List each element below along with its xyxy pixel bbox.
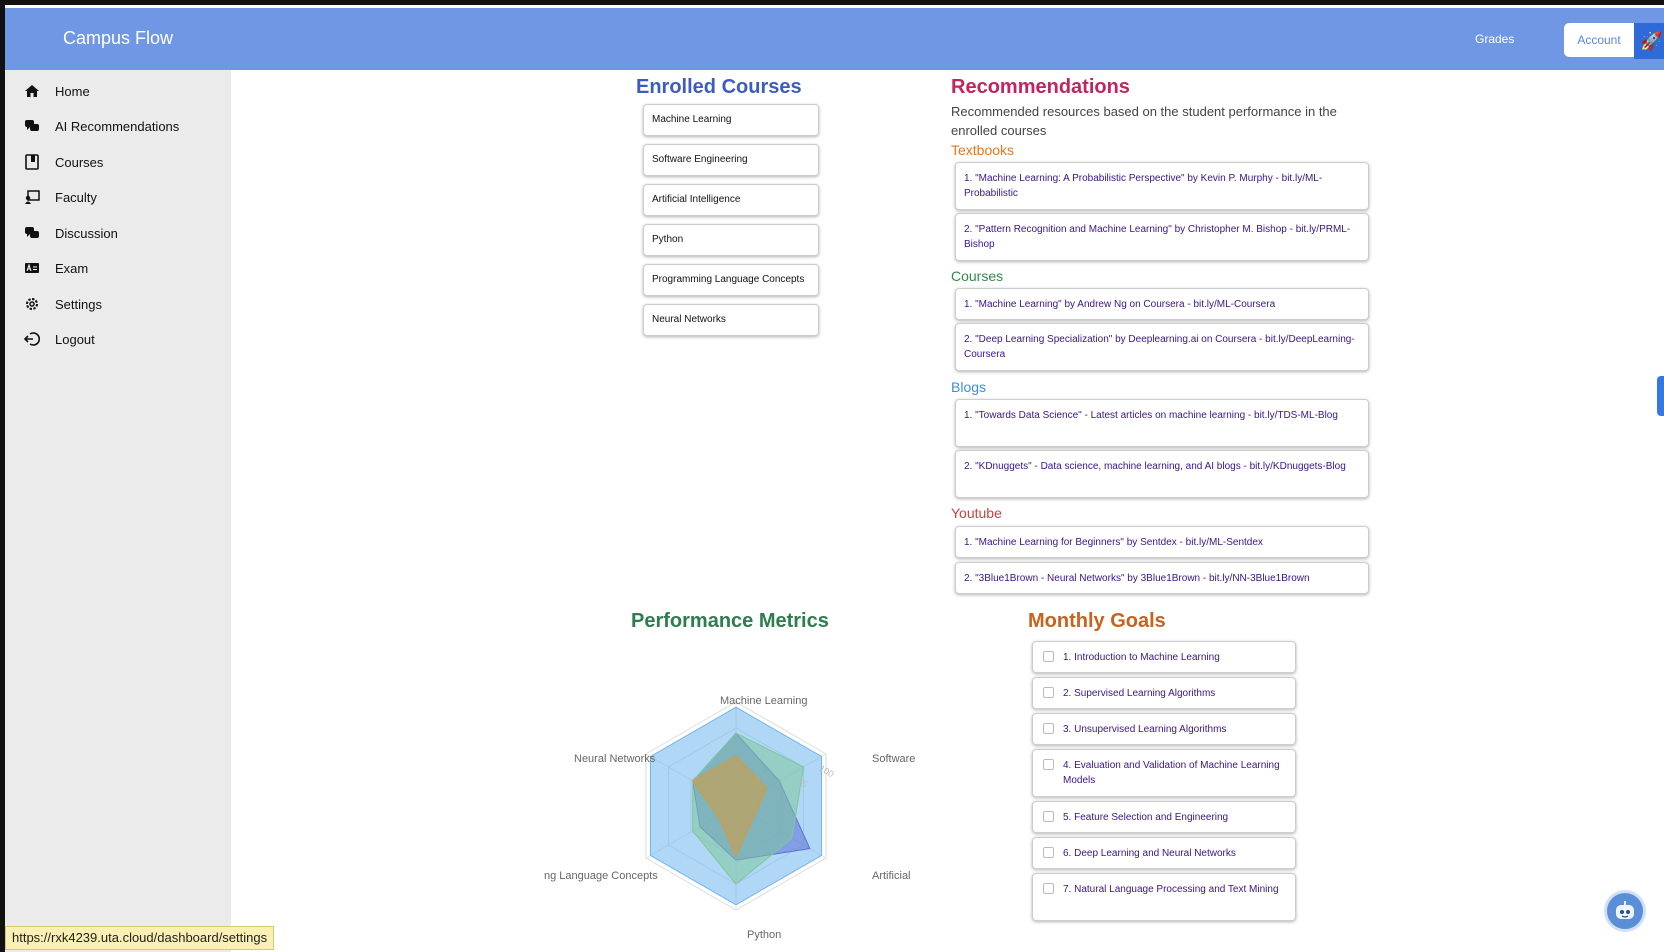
course-card[interactable]: Artificial Intelligence — [643, 184, 819, 216]
goal-checkbox[interactable] — [1043, 847, 1054, 858]
enrolled-courses-title: Enrolled Courses — [636, 76, 802, 98]
sidebar-item-label: Exam — [55, 260, 89, 276]
recommendation-item[interactable]: 1. "Machine Learning: A Probabilistic Pe… — [955, 162, 1369, 210]
goal-item[interactable]: 5. Feature Selection and Engineering — [1032, 801, 1296, 833]
recommendations-description: Recommended resources based on the stude… — [951, 104, 1337, 138]
goal-checkbox[interactable] — [1043, 883, 1054, 894]
goal-checkbox[interactable] — [1043, 723, 1054, 734]
goal-checkbox[interactable] — [1043, 811, 1054, 822]
section-courses-title: Courses — [951, 268, 1004, 284]
goal-item[interactable]: 7. Natural Language Processing and Text … — [1032, 873, 1296, 921]
sidebar: Home AI Recommendations Courses Faculty … — [5, 70, 231, 952]
section-blogs-title: Blogs — [951, 379, 987, 395]
course-card[interactable]: Neural Networks — [643, 304, 819, 336]
sidebar-item-faculty[interactable]: Faculty — [21, 184, 97, 210]
goal-item[interactable]: 4. Evaluation and Validation of Machine … — [1032, 749, 1296, 797]
top-navbar: Campus Flow Grades Account 🚀 — [5, 8, 1664, 70]
sidebar-item-settings[interactable]: Settings — [21, 291, 102, 317]
goal-label: 5. Feature Selection and Engineering — [1063, 812, 1229, 823]
chat-icon — [21, 115, 43, 137]
window-top-border — [0, 0, 1664, 5]
goal-checkbox[interactable] — [1043, 759, 1054, 770]
recommendation-item[interactable]: 2. "3Blue1Brown - Neural Networks" by 3B… — [955, 562, 1369, 594]
goal-label: 1. Introduction to Machine Learning — [1063, 652, 1220, 663]
sidebar-item-label: Faculty — [55, 189, 97, 205]
goal-item[interactable]: 6. Deep Learning and Neural Networks — [1032, 837, 1296, 869]
sidebar-item-exam[interactable]: Exam — [21, 255, 88, 281]
teacher-icon — [21, 186, 43, 208]
course-card[interactable]: Machine Learning — [643, 104, 819, 136]
main-content: Enrolled Courses Machine Learning Softwa… — [231, 70, 1664, 952]
goal-label: 3. Unsupervised Learning Algorithms — [1063, 724, 1227, 735]
recommendation-item[interactable]: 1. "Machine Learning" by Andrew Ng on Co… — [955, 288, 1369, 320]
goal-label: 4. Evaluation and Validation of Machine … — [1063, 760, 1280, 786]
sidebar-item-logout[interactable]: Logout — [21, 326, 95, 352]
radar-axis-label: Artificial — [872, 870, 911, 882]
sidebar-item-discussion[interactable]: Discussion — [21, 220, 118, 246]
goal-item[interactable]: 2. Supervised Learning Algorithms — [1032, 677, 1296, 709]
logout-icon — [21, 328, 43, 350]
sidebar-item-label: Courses — [55, 154, 104, 170]
sidebar-item-label: Home — [55, 83, 90, 99]
side-scroll-tab[interactable] — [1657, 376, 1664, 416]
gear-icon — [21, 293, 43, 315]
recommendations-title: Recommendations — [951, 76, 1130, 98]
book-icon — [21, 151, 43, 173]
goal-item[interactable]: 1. Introduction to Machine Learning — [1032, 641, 1296, 673]
goal-checkbox[interactable] — [1043, 687, 1054, 698]
radar-axis-label: Neural Networks — [574, 753, 656, 765]
recommendation-item[interactable]: 1. "Towards Data Science" - Latest artic… — [955, 399, 1369, 447]
brand-title[interactable]: Campus Flow — [63, 28, 173, 49]
radar-axis-label: Software — [872, 753, 916, 765]
radar-axis-label: Machine Learning — [720, 695, 808, 707]
sidebar-item-courses[interactable]: Courses — [21, 149, 103, 175]
recommendation-item[interactable]: 1. "Machine Learning for Beginners" by S… — [955, 526, 1369, 558]
course-card[interactable]: Software Engineering — [643, 144, 819, 176]
sidebar-item-label: Settings — [55, 296, 102, 312]
recommendation-item[interactable]: 2. "KDnuggets" - Data science, machine l… — [955, 450, 1369, 498]
nav-account-button[interactable]: Account — [1564, 23, 1634, 57]
recommendation-item[interactable]: 2. "Deep Learning Specialization" by Dee… — [955, 323, 1369, 371]
recommendation-item[interactable]: 2. "Pattern Recognition and Machine Lear… — [955, 213, 1369, 261]
sidebar-item-ai-recommendations[interactable]: AI Recommendations — [21, 113, 179, 139]
goal-label: 6. Deep Learning and Neural Networks — [1063, 848, 1236, 859]
course-card[interactable]: Programming Language Concepts — [643, 264, 819, 296]
goal-checkbox[interactable] — [1043, 651, 1054, 662]
course-card[interactable]: Python — [643, 224, 819, 256]
radar-axis-label: Python — [747, 929, 782, 941]
sidebar-item-home[interactable]: Home — [21, 78, 90, 104]
section-textbooks-title: Textbooks — [951, 142, 1015, 158]
radar-axis-label: ng Language Concepts — [544, 870, 658, 882]
goal-label: 2. Supervised Learning Algorithms — [1063, 688, 1216, 699]
exam-icon — [21, 257, 43, 279]
performance-metrics-title: Performance Metrics — [631, 610, 829, 632]
goal-label: 7. Natural Language Processing and Text … — [1063, 884, 1279, 895]
goal-item[interactable]: 3. Unsupervised Learning Algorithms — [1032, 713, 1296, 745]
status-url-tooltip: https://rxk4239.uta.cloud/dashboard/sett… — [5, 926, 275, 950]
monthly-goals-title: Monthly Goals — [1028, 610, 1166, 632]
sidebar-item-label: AI Recommendations — [55, 118, 180, 134]
chat-icon — [21, 222, 43, 244]
robot-icon[interactable] — [1604, 890, 1646, 932]
rocket-icon[interactable]: 🚀 — [1634, 23, 1664, 59]
nav-grades-link[interactable]: Grades — [1475, 32, 1514, 46]
section-youtube-title: Youtube — [951, 505, 1002, 521]
sidebar-item-label: Logout — [55, 331, 95, 347]
home-icon — [21, 80, 43, 102]
sidebar-item-label: Discussion — [55, 225, 118, 241]
